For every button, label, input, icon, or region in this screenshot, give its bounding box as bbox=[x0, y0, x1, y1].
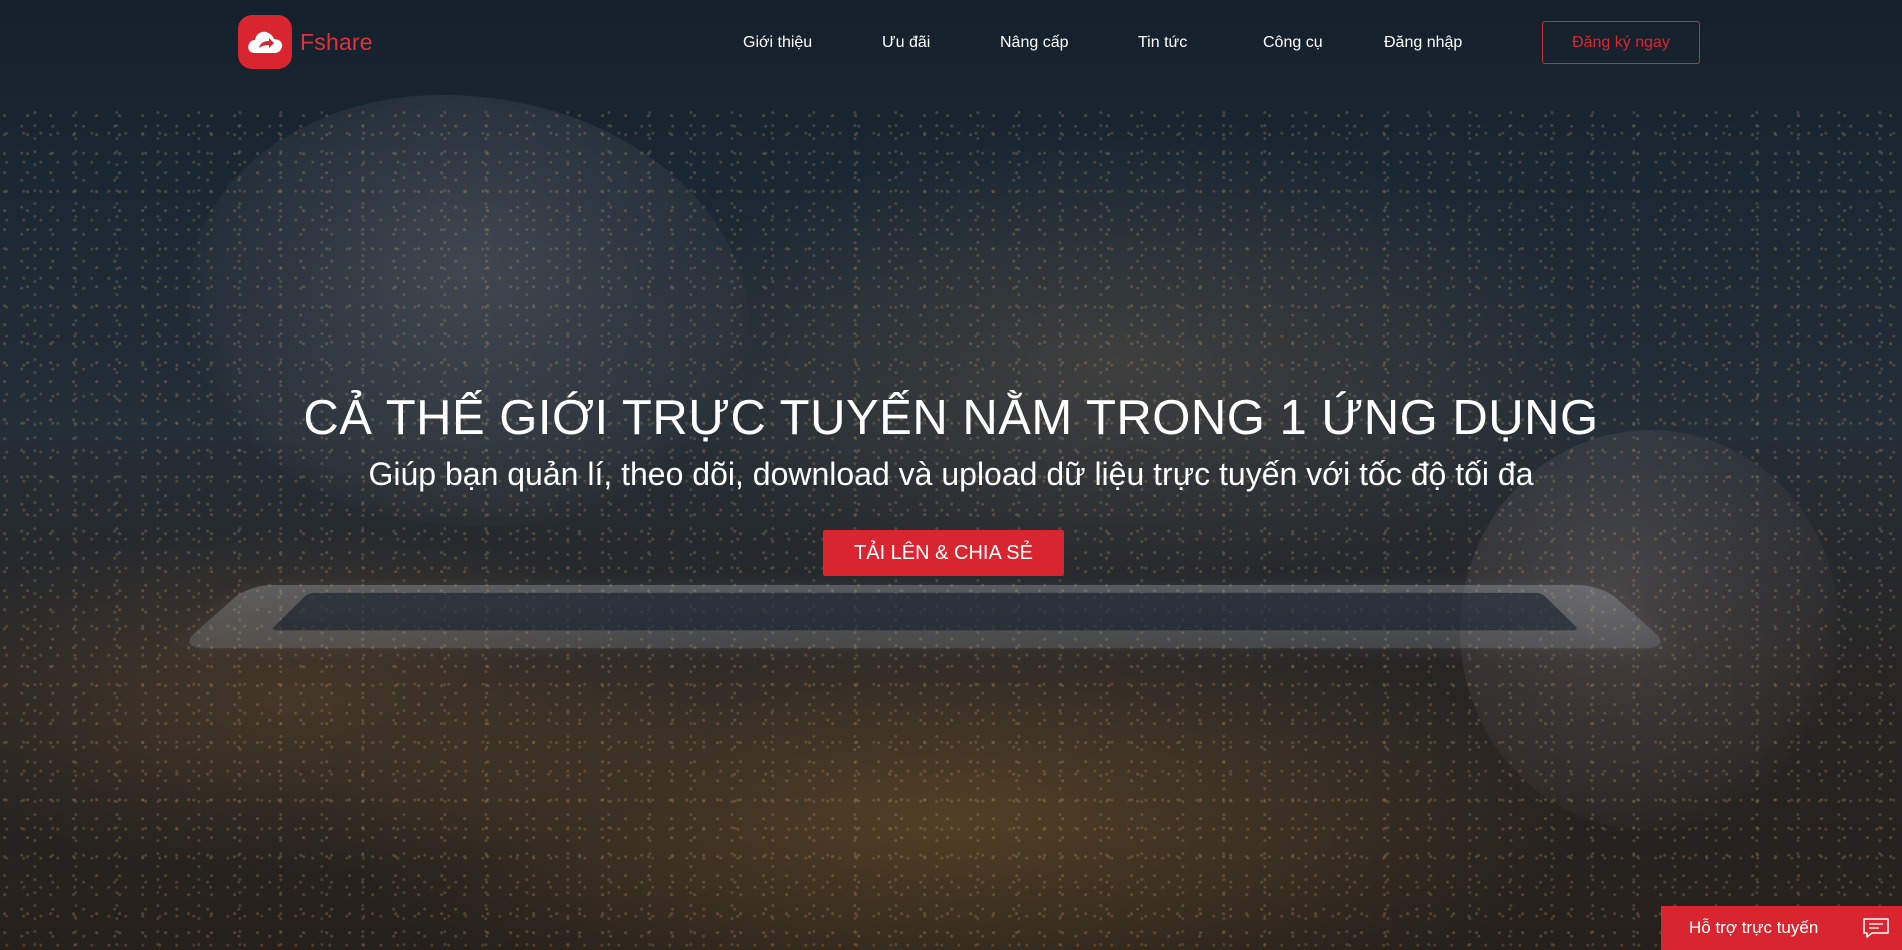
nav-item-dang-nhap[interactable]: Đăng nhập bbox=[1384, 34, 1462, 52]
nav-item-nang-cap[interactable]: Nâng cấp bbox=[1000, 34, 1069, 52]
upload-share-button[interactable]: TẢI LÊN & CHIA SẺ bbox=[823, 530, 1064, 576]
hero-headline: CẢ THẾ GIỚI TRỰC TUYẾN NẰM TRONG 1 ỨNG D… bbox=[0, 388, 1902, 448]
signup-button[interactable]: Đăng ký ngay bbox=[1542, 21, 1700, 64]
support-label: Hỗ trợ trực tuyến bbox=[1689, 918, 1818, 938]
hero-subline: Giúp bạn quản lí, theo dõi, download và … bbox=[0, 452, 1902, 496]
support-chat-button[interactable]: Hỗ trợ trực tuyến bbox=[1661, 906, 1902, 950]
nav-item-gioi-thieu[interactable]: Giới thiệu bbox=[743, 34, 812, 52]
nav-item-uu-dai[interactable]: Ưu đãi bbox=[882, 34, 930, 52]
nav-item-tin-tuc[interactable]: Tin tức bbox=[1138, 34, 1187, 52]
nav-item-cong-cu[interactable]: Công cụ bbox=[1263, 34, 1323, 52]
chat-bubble-icon bbox=[1862, 917, 1890, 939]
